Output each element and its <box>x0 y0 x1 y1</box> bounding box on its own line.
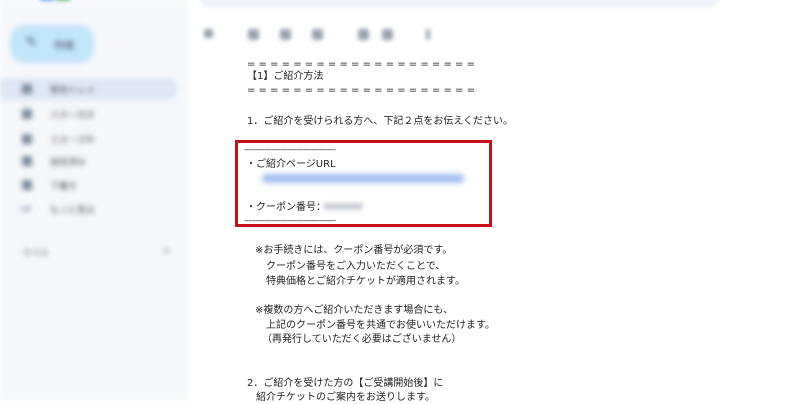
sidebar-item-label: もっと見る <box>50 206 96 216</box>
note2-line1: ※複数の方へご紹介いただきます場合にも、 <box>255 305 454 316</box>
sidebar-item-label: スヌーズ中 <box>50 136 95 146</box>
mark-unread-icon[interactable] <box>358 29 369 40</box>
step1-text: 1．ご紹介を受けられる方へ、下記２点をお伝えください。 <box>247 116 514 127</box>
highlight-box <box>235 140 492 227</box>
sidebar-item-starred[interactable]: スター付き <box>0 103 178 125</box>
note2-line3: （再発行していただく必要はございません） <box>262 334 462 345</box>
pencil-icon: ✎ <box>26 35 37 50</box>
sidebar-item-label: スター付き <box>50 111 96 121</box>
sidebar-item-inbox[interactable]: 受信トレイ <box>0 78 178 100</box>
compose-button[interactable]: ✎ 作成 <box>10 25 94 63</box>
archive-icon[interactable] <box>248 29 259 40</box>
report-spam-icon[interactable] <box>280 29 291 40</box>
sidebar-item-label: 下書き <box>50 182 78 192</box>
labels-heading: ラベル <box>22 249 50 259</box>
sidebar: ✎ 作成 受信トレイ スター付き スヌーズ中 送信済み 下書き もっと見る ラベ… <box>0 0 188 400</box>
sidebar-item-snoozed[interactable]: スヌーズ中 <box>0 128 178 150</box>
compose-label: 作成 <box>54 41 74 52</box>
section-title: 【1】ご紹介方法 <box>247 71 324 82</box>
note1-line2: クーポン番号をご入力いただくことで、 <box>266 261 446 272</box>
note2-line2: 上記のクーポン番号を共通でお使いいただけます。 <box>266 320 495 331</box>
step2-line1: 2．ご紹介を受けた方の【ご受講開始後】に <box>247 378 444 389</box>
step2-line2: 紹介チケットのご案内をお送りします。 <box>256 392 435 403</box>
search-bar[interactable] <box>200 0 720 8</box>
clock-icon <box>22 134 32 144</box>
more-options-icon[interactable] <box>426 29 430 40</box>
back-arrow-icon[interactable] <box>204 29 213 38</box>
sidebar-item-sent[interactable]: 送信済み <box>0 150 178 172</box>
draft-icon <box>22 180 32 190</box>
chevron-down-icon <box>20 201 32 213</box>
sidebar-item-drafts[interactable]: 下書き <box>0 174 178 196</box>
star-icon <box>22 109 32 119</box>
sidebar-item-more[interactable]: もっと見る <box>0 198 178 220</box>
send-icon <box>22 156 32 166</box>
delete-icon[interactable] <box>312 29 323 40</box>
sidebar-item-label: 受信トレイ <box>50 86 96 96</box>
rule-bottom: = = = = = = = = = = = = = = = = = = = = <box>247 85 475 96</box>
message-toolbar <box>200 25 460 45</box>
inbox-icon <box>22 84 32 94</box>
snooze-icon[interactable] <box>382 29 393 40</box>
note1-line1: ※お手続きには、クーポン番号が必須です。 <box>255 245 453 256</box>
sidebar-item-label: 送信済み <box>50 158 87 168</box>
note1-line3: 特典価格とご紹介チケットが適用されます。 <box>266 276 465 287</box>
add-label-button[interactable]: + <box>162 244 171 257</box>
